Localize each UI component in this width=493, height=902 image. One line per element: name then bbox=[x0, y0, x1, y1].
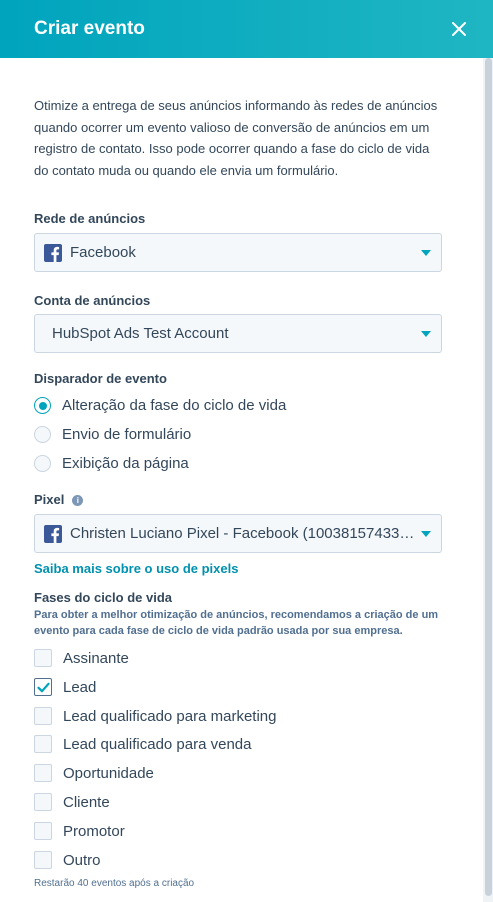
checkbox[interactable] bbox=[34, 793, 52, 811]
panel-header: Criar evento bbox=[0, 0, 493, 58]
option-label: Alteração da fase do ciclo de vida bbox=[62, 397, 287, 414]
option-label: Lead qualificado para marketing bbox=[63, 707, 277, 725]
radio-button[interactable] bbox=[34, 397, 51, 414]
option-label: Lead qualificado para venda bbox=[63, 735, 252, 753]
checkbox[interactable] bbox=[34, 649, 52, 667]
option-label: Lead bbox=[63, 678, 97, 696]
ad-network-select[interactable]: Facebook bbox=[34, 233, 442, 272]
remaining-events-note: Restarão 40 eventos após a criação bbox=[34, 878, 195, 889]
option-label: Oportunidade bbox=[63, 764, 154, 782]
close-icon[interactable] bbox=[447, 17, 471, 41]
lifecycle-option-sql[interactable]: Lead qualificado para venda bbox=[34, 735, 251, 753]
option-label: Outro bbox=[63, 851, 101, 869]
facebook-icon bbox=[44, 243, 62, 262]
facebook-icon bbox=[44, 524, 62, 543]
lifecycle-option-other[interactable]: Outro bbox=[34, 851, 101, 869]
pixel-label: Pixel i bbox=[34, 492, 84, 507]
option-label: Exibição da página bbox=[62, 455, 189, 472]
chevron-down-icon bbox=[421, 531, 431, 537]
trigger-option-form[interactable]: Envio de formulário bbox=[34, 426, 191, 443]
ad-network-label: Rede de anúncios bbox=[34, 211, 146, 226]
panel-title: Criar evento bbox=[34, 18, 145, 39]
chevron-down-icon bbox=[421, 250, 431, 256]
pixel-help-link[interactable]: Saiba mais sobre o uso de pixels bbox=[34, 561, 238, 576]
checkbox[interactable] bbox=[34, 822, 52, 840]
scrollbar-thumb[interactable] bbox=[485, 58, 492, 896]
ad-network-value: Facebook bbox=[70, 244, 136, 261]
checkbox[interactable] bbox=[34, 764, 52, 782]
checkbox[interactable] bbox=[34, 851, 52, 869]
pixel-label-text: Pixel bbox=[34, 492, 65, 507]
trigger-option-page-view[interactable]: Exibição da página bbox=[34, 455, 189, 472]
checkbox[interactable] bbox=[34, 678, 52, 696]
ad-account-value: HubSpot Ads Test Account bbox=[52, 325, 229, 342]
option-label: Promotor bbox=[63, 822, 125, 840]
checkbox[interactable] bbox=[34, 707, 52, 725]
lifecycle-label: Fases do ciclo de vida bbox=[34, 590, 172, 605]
info-icon[interactable]: i bbox=[72, 495, 84, 506]
ad-account-label: Conta de anúncios bbox=[34, 293, 151, 308]
lifecycle-option-evangelist[interactable]: Promotor bbox=[34, 822, 125, 840]
ad-account-select[interactable]: HubSpot Ads Test Account bbox=[34, 314, 442, 353]
lifecycle-option-mql[interactable]: Lead qualificado para marketing bbox=[34, 707, 276, 725]
lifecycle-help-text: Para obter a melhor otimização de anúnci… bbox=[34, 609, 439, 637]
intro-text: Otimize a entrega de seus anúncios infor… bbox=[34, 98, 438, 178]
chevron-down-icon bbox=[421, 331, 431, 337]
lifecycle-option-lead[interactable]: Lead bbox=[34, 678, 96, 696]
radio-button[interactable] bbox=[34, 455, 51, 472]
trigger-option-lifecycle[interactable]: Alteração da fase do ciclo de vida bbox=[34, 397, 286, 414]
lifecycle-option-subscriber[interactable]: Assinante bbox=[34, 649, 129, 667]
pixel-value: Christen Luciano Pixel - Facebook (10038… bbox=[70, 525, 416, 542]
option-label: Cliente bbox=[63, 793, 110, 811]
scrollbar[interactable] bbox=[483, 58, 493, 902]
pixel-select[interactable]: Christen Luciano Pixel - Facebook (10038… bbox=[34, 514, 442, 553]
checkbox[interactable] bbox=[34, 735, 52, 753]
option-label: Assinante bbox=[63, 649, 129, 667]
option-label: Envio de formulário bbox=[62, 426, 192, 443]
checkmark-icon bbox=[37, 682, 50, 693]
radio-button[interactable] bbox=[34, 426, 51, 443]
trigger-label: Disparador de evento bbox=[34, 371, 167, 386]
lifecycle-option-opportunity[interactable]: Oportunidade bbox=[34, 764, 154, 782]
lifecycle-option-customer[interactable]: Cliente bbox=[34, 793, 110, 811]
